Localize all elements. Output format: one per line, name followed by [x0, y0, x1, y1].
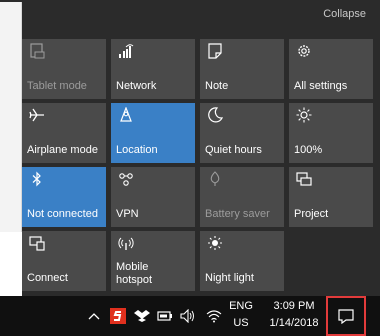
chevron-up-icon[interactable] — [86, 296, 102, 336]
dropbox-icon[interactable] — [132, 296, 152, 336]
tile-label: Tablet mode — [27, 80, 87, 92]
tile-battery-saver[interactable]: Battery saver — [200, 167, 284, 227]
background-window-edge-lower — [0, 232, 22, 296]
tablet-mode-icon — [27, 42, 47, 60]
tile-label: Project — [294, 208, 329, 220]
tile-label: Mobile hotspot — [116, 261, 153, 286]
tile-label: 100% — [294, 144, 323, 156]
tile-vpn[interactable]: VPN — [111, 167, 195, 227]
battery-saver-icon — [205, 170, 225, 188]
location-icon — [116, 106, 136, 124]
tile-location[interactable]: Location — [111, 103, 195, 163]
action-center-button[interactable] — [326, 296, 366, 336]
vpn-icon — [116, 170, 136, 188]
tile-label: Location — [116, 144, 158, 156]
clock[interactable]: 3:09 PM 1/14/2018 — [262, 298, 326, 332]
desktop: Collapse Tablet mode Network Note All se… — [0, 0, 380, 336]
tile-label: Network — [116, 80, 157, 92]
background-window-edge — [0, 2, 22, 260]
tile-tablet-mode[interactable]: Tablet mode — [22, 39, 106, 99]
tile-airplane-mode[interactable]: Airplane mode — [22, 103, 106, 163]
tile-connect[interactable]: Connect — [22, 231, 106, 291]
tile-night-light[interactable]: Night light — [200, 231, 284, 291]
tile-label: Note — [205, 80, 229, 92]
language-region: US — [233, 317, 249, 329]
tile-note[interactable]: Note — [200, 39, 284, 99]
airplane-icon — [27, 106, 47, 124]
tile-label: Connect — [27, 272, 68, 284]
hotspot-icon — [116, 234, 136, 252]
note-icon — [205, 42, 225, 60]
clock-time: 3:09 PM — [273, 300, 315, 312]
battery-icon[interactable] — [155, 296, 175, 336]
night-light-icon — [205, 234, 225, 252]
volume-icon[interactable] — [178, 296, 198, 336]
language-code: ENG — [229, 300, 253, 312]
tile-label: VPN — [116, 208, 139, 220]
tile-label: Quiet hours — [205, 144, 262, 156]
language-indicator[interactable]: ENG US — [227, 298, 255, 332]
tile-bluetooth[interactable]: Not connected — [22, 167, 106, 227]
tile-quiet-hours[interactable]: Quiet hours — [200, 103, 284, 163]
connect-icon — [27, 234, 47, 252]
app-red-icon[interactable] — [107, 296, 129, 336]
moon-icon — [205, 106, 225, 124]
tile-label: Night light — [205, 272, 254, 284]
tile-all-settings[interactable]: All settings — [289, 39, 373, 99]
tile-project[interactable]: Project — [289, 167, 373, 227]
tile-network[interactable]: Network — [111, 39, 195, 99]
tile-label: Battery saver — [205, 208, 270, 220]
tile-label: All settings — [294, 80, 348, 92]
project-icon — [294, 170, 314, 188]
gear-icon — [294, 42, 314, 60]
bluetooth-icon — [27, 170, 47, 188]
notification-icon — [338, 309, 354, 324]
tile-mobile-hotspot[interactable]: Mobile hotspot — [111, 231, 195, 291]
collapse-link[interactable]: Collapse — [323, 8, 366, 20]
network-icon — [116, 42, 136, 60]
tile-label: Airplane mode — [27, 144, 98, 156]
tile-label: Not connected — [27, 208, 98, 220]
tile-brightness[interactable]: 100% — [289, 103, 373, 163]
clock-date: 1/14/2018 — [269, 317, 319, 329]
taskbar: ENG US 3:09 PM 1/14/2018 — [0, 296, 380, 336]
action-center-panel: Collapse Tablet mode Network Note All se… — [22, 0, 378, 296]
wifi-icon[interactable] — [204, 296, 224, 336]
brightness-icon — [294, 106, 314, 124]
